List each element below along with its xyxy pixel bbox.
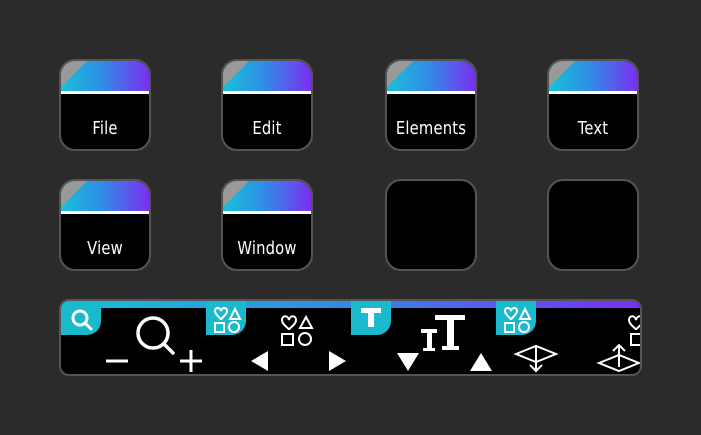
key-label: File (92, 118, 118, 139)
key-empty-1[interactable] (385, 179, 477, 271)
page-fold-icon (387, 61, 413, 87)
triangle-up-icon (470, 353, 492, 371)
zoom-segment-graphics (71, 309, 202, 372)
dial-segment-shapes[interactable] (206, 301, 351, 374)
key-view[interactable]: View (59, 179, 151, 271)
arrow-left-icon (251, 351, 268, 371)
shapes-icon (503, 306, 532, 333)
key-text[interactable]: Text (547, 59, 639, 151)
page-fold-icon (61, 181, 87, 207)
key-label: Edit (252, 118, 282, 139)
dial-segment-shape-arrange[interactable] (496, 301, 640, 374)
magnifier-icon (136, 316, 175, 355)
key-file[interactable]: File (59, 59, 151, 151)
key-window[interactable]: Window (221, 179, 313, 271)
page-fold-icon (549, 61, 575, 87)
shapes-icon (213, 306, 242, 333)
arrow-right-icon (329, 351, 346, 371)
text-size-segment-graphics (361, 308, 492, 371)
bring-forward-icon (596, 343, 640, 373)
shapes-icon (627, 315, 640, 346)
arrange-segment-graphics (503, 306, 640, 373)
page-fold-icon (223, 61, 249, 87)
text-T-icon (361, 308, 381, 327)
search-icon (71, 309, 93, 331)
key-label: Text (577, 118, 609, 139)
text-size-icon (421, 315, 465, 351)
dial-segment-zoom[interactable] (61, 301, 206, 374)
page-fold-icon (61, 61, 87, 87)
key-elements[interactable]: Elements (385, 59, 477, 151)
plus-icon (180, 350, 202, 372)
shapes-segment-graphics (213, 306, 346, 371)
dial-segment-text-size[interactable] (351, 301, 496, 374)
send-backward-icon (513, 344, 559, 373)
key-label: Window (237, 238, 297, 259)
key-edit[interactable]: Edit (221, 59, 313, 151)
page-fold-icon (223, 181, 249, 207)
dial-touch-strip[interactable] (59, 299, 642, 376)
triangle-down-icon (397, 353, 419, 371)
key-label: View (87, 238, 123, 259)
shapes-icon (280, 314, 314, 346)
key-label: Elements (395, 118, 467, 139)
key-empty-2[interactable] (547, 179, 639, 271)
